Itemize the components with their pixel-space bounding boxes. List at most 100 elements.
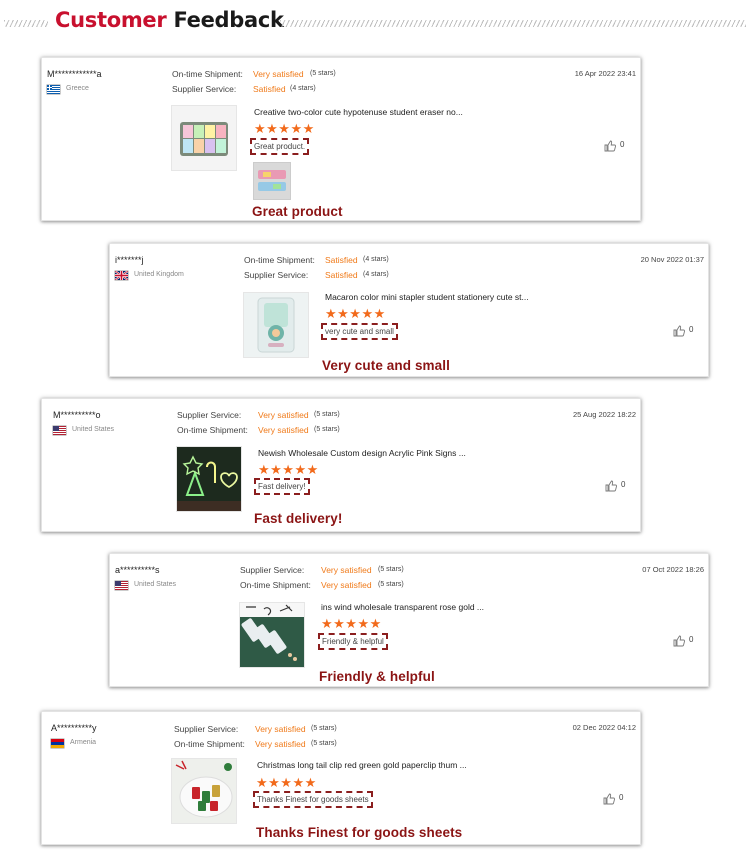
reviewer-country: United Kingdom — [134, 271, 184, 278]
review-comment: Friendly & helpful — [318, 633, 388, 650]
like-count: 0 — [689, 325, 694, 334]
product-name[interactable]: Newish Wholesale Custom design Acrylic P… — [258, 448, 466, 458]
like-count: 0 — [620, 140, 625, 149]
reviewer-name: M**********o — [53, 410, 101, 420]
rating-label: Supplier Service: — [244, 270, 309, 280]
reviewer-name: A**********y — [51, 723, 97, 733]
review-date: 07 Oct 2022 18:26 — [642, 565, 704, 574]
rating-label: On-time Shipment: — [172, 69, 243, 79]
rating-count: (4 stars) — [363, 256, 389, 263]
reviewer-name: i*******j — [115, 255, 144, 265]
star-rating: ★★★★★ — [258, 462, 319, 477]
rating-count: (5 stars) — [311, 725, 337, 732]
like-count: 0 — [689, 635, 694, 644]
rating-value: Very satisfied — [255, 739, 306, 749]
reviewer-country: United States — [72, 426, 115, 433]
rating-value: Very satisfied — [258, 410, 309, 420]
pushpin-product-thumbnail[interactable] — [240, 603, 304, 667]
thumbs-up-icon — [603, 793, 615, 805]
thumbs-up-icon — [673, 325, 685, 337]
star-rating: ★★★★★ — [321, 616, 382, 631]
rating-label: On-time Shipment: — [244, 255, 315, 265]
rating-value: Satisfied — [253, 84, 286, 94]
rating-count: (5 stars) — [311, 740, 337, 747]
stapler-product-thumbnail[interactable] — [244, 293, 308, 357]
rating-label: Supplier Service: — [172, 84, 237, 94]
reviewer-country: Armenia — [70, 739, 97, 746]
review-date: 25 Aug 2022 18:22 — [573, 410, 636, 419]
reviewer-name: M************a — [47, 69, 102, 79]
rating-value: Very satisfied — [255, 724, 306, 734]
review-photo-thumbnail[interactable] — [254, 163, 290, 199]
like-button[interactable]: 0 — [673, 325, 703, 339]
like-button[interactable]: 0 — [604, 140, 634, 154]
review-highlight-caption: Friendly & helpful — [319, 669, 435, 684]
thumbs-up-icon — [605, 480, 617, 492]
review-date: 16 Apr 2022 23:41 — [574, 69, 636, 78]
review-card: M**********o United States Supplier Serv… — [41, 398, 641, 532]
rating-count: (4 stars) — [363, 271, 389, 278]
review-highlight-caption: Fast delivery! — [254, 511, 343, 526]
decorative-hatch — [280, 20, 746, 27]
rating-label: Supplier Service: — [174, 724, 239, 734]
like-button[interactable]: 0 — [603, 793, 633, 807]
product-name[interactable]: Christmas long tail clip red green gold … — [257, 760, 467, 770]
rating-count: (5 stars) — [378, 566, 404, 573]
decorative-hatch — [4, 20, 48, 27]
eraser-product-thumbnail[interactable] — [172, 106, 236, 170]
neon-sign-product-thumbnail[interactable] — [177, 447, 241, 511]
like-button[interactable]: 0 — [605, 480, 635, 494]
review-comment: Great product. — [250, 138, 310, 155]
product-name[interactable]: ins wind wholesale transparent rose gold… — [321, 602, 484, 612]
product-name[interactable]: Macaron color mini stapler student stati… — [325, 292, 529, 302]
star-rating: ★★★★★ — [325, 306, 386, 321]
reviewer-name: a**********s — [115, 565, 160, 575]
rating-label: Supplier Service: — [177, 410, 242, 420]
greece-flag-icon — [47, 85, 60, 94]
star-rating: ★★★★★ — [256, 775, 317, 790]
review-card: A**********y Armenia Supplier Service: V… — [41, 711, 641, 845]
review-date: 02 Dec 2022 04:12 — [572, 723, 636, 732]
like-button[interactable]: 0 — [673, 635, 703, 649]
rating-value: Satisfied — [325, 270, 358, 280]
review-card: i*******j United Kingdom On-time Shipmen… — [109, 243, 709, 377]
rating-label: On-time Shipment: — [240, 580, 311, 590]
review-highlight-caption: Very cute and small — [322, 358, 450, 373]
product-name[interactable]: Creative two-color cute hypotenuse stude… — [254, 107, 463, 117]
armenia-flag-icon — [51, 739, 64, 748]
title-word-feedback: Feedback — [173, 8, 284, 32]
us-flag-icon — [115, 581, 128, 590]
rating-count: (5 stars) — [310, 70, 336, 77]
reviewer-country: United States — [134, 581, 177, 588]
reviewer-country: Greece — [66, 85, 89, 92]
star-rating: ★★★★★ — [254, 121, 315, 136]
thumbs-up-icon — [604, 140, 616, 152]
like-count: 0 — [621, 480, 626, 489]
page-title: Customer Feedback — [55, 8, 284, 32]
rating-label: Supplier Service: — [240, 565, 305, 575]
rating-value: Very satisfied — [321, 565, 372, 575]
thumbs-up-icon — [673, 635, 685, 647]
rating-count: (4 stars) — [290, 85, 316, 92]
review-comment: Thanks Finest for goods sheets — [253, 791, 373, 808]
review-highlight-caption: Thanks Finest for goods sheets — [256, 825, 463, 840]
rating-label: On-time Shipment: — [174, 739, 245, 749]
rating-value: Very satisfied — [253, 69, 304, 79]
uk-flag-icon — [115, 271, 128, 280]
rating-label: On-time Shipment: — [177, 425, 248, 435]
review-card: a**********s United States Supplier Serv… — [109, 553, 709, 687]
review-comment: Fast delivery! — [254, 478, 310, 495]
page-header: Customer Feedback — [0, 0, 750, 46]
review-card: M************a Greece On-time Shipment: … — [41, 57, 641, 221]
paperclip-product-thumbnail[interactable] — [172, 759, 236, 823]
review-comment: very cute and small — [321, 323, 398, 340]
rating-value: Satisfied — [325, 255, 358, 265]
like-count: 0 — [619, 793, 624, 802]
review-date: 20 Nov 2022 01:37 — [640, 255, 704, 264]
rating-count: (5 stars) — [378, 581, 404, 588]
rating-count: (5 stars) — [314, 411, 340, 418]
rating-value: Very satisfied — [258, 425, 309, 435]
rating-value: Very satisfied — [321, 580, 372, 590]
rating-count: (5 stars) — [314, 426, 340, 433]
review-highlight-caption: Great product — [252, 204, 343, 219]
